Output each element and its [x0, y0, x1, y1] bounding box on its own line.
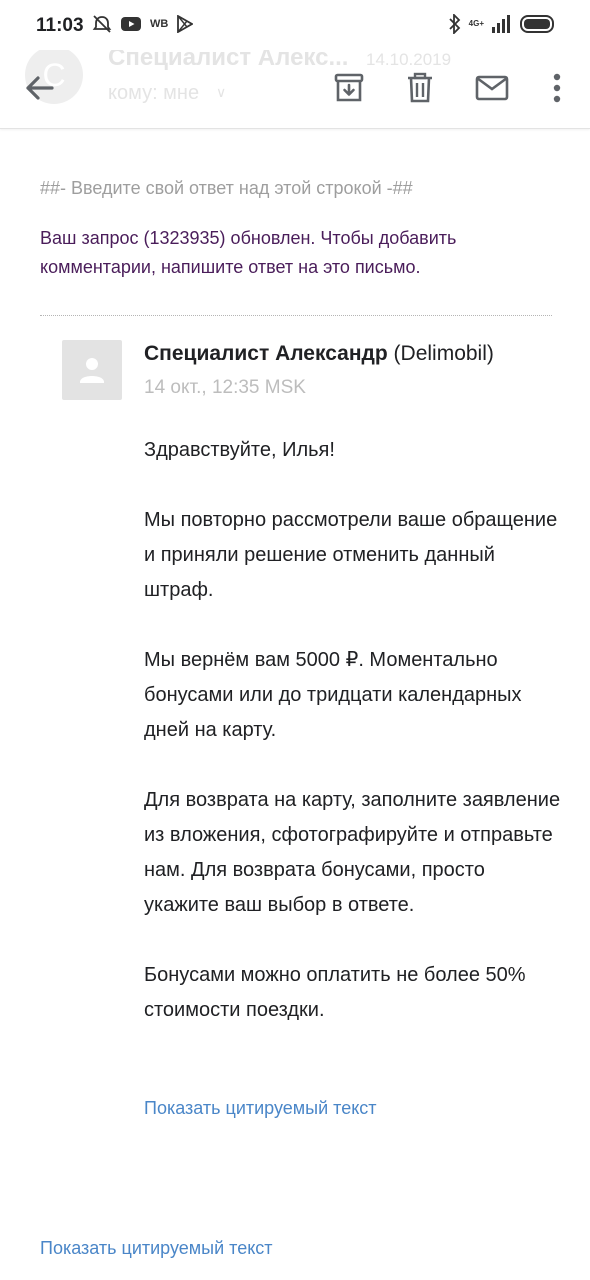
- show-quoted-text-link-outer[interactable]: Показать цитируемый текст: [40, 1238, 273, 1259]
- archive-icon: [334, 73, 364, 102]
- back-arrow-icon: [26, 76, 54, 100]
- battery-icon: [520, 15, 554, 33]
- reply-hint: ##- Введите свой ответ над этой строкой …: [40, 178, 413, 198]
- header-recipient: кому: мне: [108, 82, 200, 104]
- network-indicator: 4G+: [469, 20, 484, 28]
- sender-line: Специалист Александр (Delimobil): [144, 342, 494, 366]
- message-paragraph: Мы повторно рассмотрели ваше обращение и…: [144, 509, 558, 601]
- person-icon: [80, 358, 104, 383]
- play-store-icon: [177, 15, 194, 33]
- status-time: 11:03: [36, 15, 84, 36]
- network-type: 4G+: [468, 19, 484, 28]
- avatar: [62, 340, 122, 400]
- message-paragraph: Мы вернём вам 5000 ₽. Моментально бонуса…: [144, 649, 522, 741]
- message-paragraph: Бонусами можно оплатить не более 50% сто…: [144, 964, 526, 1021]
- carrier-badge: WB: [150, 18, 169, 30]
- update-notice: Ваш запрос (1323935) обновлен. Чтобы доб…: [40, 228, 457, 277]
- status-left-icons: WB: [92, 14, 194, 34]
- status-right-icons: 4G+: [449, 14, 556, 34]
- message-paragraph: Здравствуйте, Илья!: [144, 439, 335, 461]
- more-options-button[interactable]: [535, 66, 579, 110]
- youtube-icon: [121, 17, 141, 31]
- back-button[interactable]: [18, 66, 62, 110]
- show-quoted-text-link[interactable]: Показать цитируемый текст: [144, 1098, 377, 1119]
- sender-organization: (Delimobil): [393, 342, 494, 365]
- divider: [40, 315, 552, 316]
- archive-button[interactable]: [327, 66, 371, 110]
- mark-unread-button[interactable]: [470, 66, 514, 110]
- mark-unread-icon: [475, 75, 509, 101]
- delete-icon: [408, 72, 432, 103]
- sent-time: 14 окт., 12:35 MSK: [144, 377, 306, 398]
- more-vert-icon: [553, 73, 561, 103]
- bluetooth-icon: [449, 14, 460, 34]
- message-text: Здравствуйте, Илья! Мы повторно рассмотр…: [144, 433, 564, 1063]
- message-paragraph: Для возврата на карту, заполните заявлен…: [144, 789, 561, 916]
- status-bar: 11:03 WB 4G+: [0, 0, 590, 50]
- chevron-down-icon: ∨: [216, 84, 227, 100]
- sender-name: Специалист Александр: [144, 342, 388, 365]
- delete-button[interactable]: [398, 66, 442, 110]
- message-toolbar: С Специалист Алекс... 14.10.2019 кому: м…: [0, 38, 590, 129]
- signal-icon: [492, 15, 510, 33]
- muted-alarm-icon: [92, 15, 112, 33]
